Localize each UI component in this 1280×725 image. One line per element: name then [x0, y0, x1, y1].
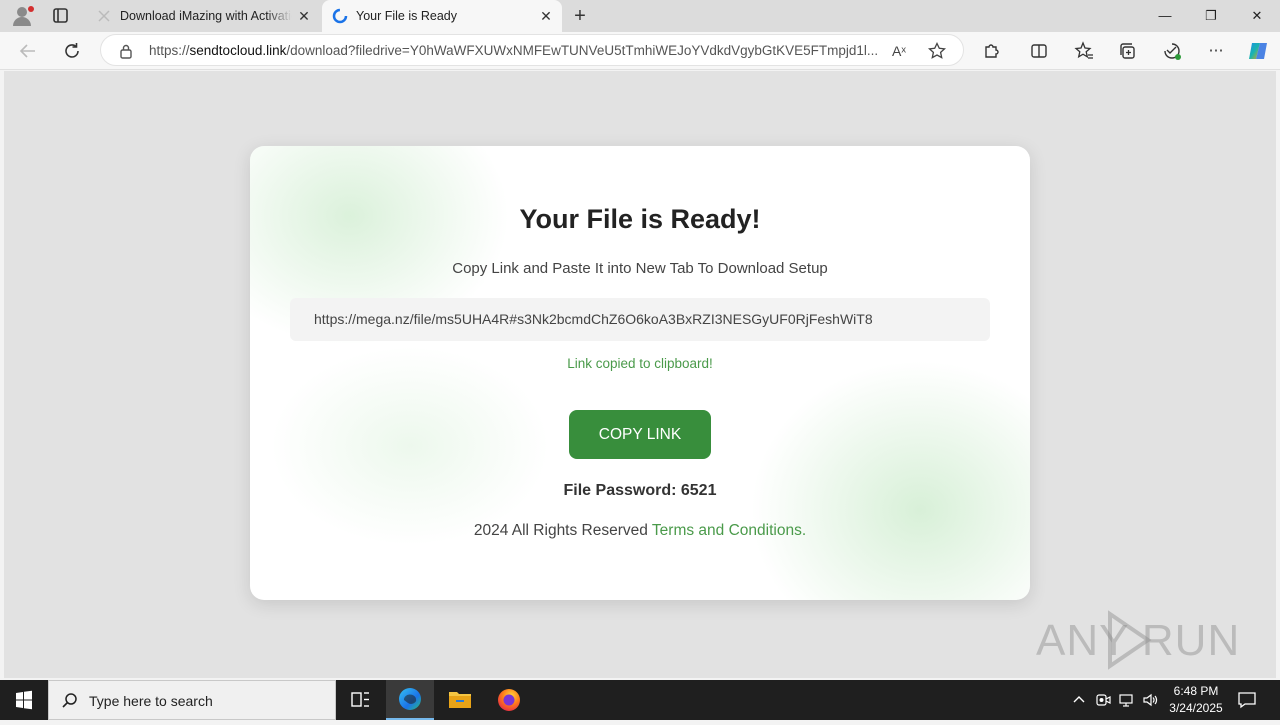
close-window-button[interactable]: ✕	[1234, 0, 1280, 32]
file-password-text: File Password: 6521	[563, 482, 717, 499]
lock-icon[interactable]	[119, 43, 133, 59]
minimize-button[interactable]: —	[1142, 0, 1188, 32]
system-clock[interactable]: 6:48 PM 3/24/2025	[1160, 683, 1232, 717]
task-view-icon[interactable]	[336, 680, 384, 720]
page-viewport: Your File is Ready! Copy Link and Paste …	[4, 71, 1276, 678]
profile-icon[interactable]	[8, 4, 36, 28]
meet-now-icon[interactable]	[1094, 691, 1112, 709]
browser-titlebar: Download iMazing with Activatic ✕ Your F…	[0, 0, 1280, 32]
restore-button[interactable]: ❐	[1188, 0, 1234, 32]
notification-icon[interactable]	[1236, 690, 1258, 710]
address-url[interactable]: https://sendtocloud.link/download?filedr…	[149, 43, 889, 58]
download-card: Your File is Ready! Copy Link and Paste …	[250, 146, 1030, 600]
browser-toolbar: https://sendtocloud.link/download?filedr…	[0, 32, 1280, 70]
chevron-up-icon[interactable]	[1070, 691, 1088, 709]
anyrun-watermark: ANY RUN	[1036, 610, 1239, 670]
refresh-icon[interactable]	[58, 37, 86, 65]
firefox-icon[interactable]	[486, 680, 534, 720]
address-bar[interactable]: https://sendtocloud.link/download?filedr…	[100, 34, 964, 66]
more-icon[interactable]: ⋯	[1204, 40, 1228, 62]
taskbar-search-box[interactable]: Type here to search	[48, 680, 336, 720]
split-screen-icon[interactable]	[1027, 40, 1051, 62]
back-icon[interactable]	[14, 37, 42, 65]
taskbar: Type here to search 6:48 PM 3/24/2025	[0, 680, 1280, 720]
clock-time: 6:48 PM	[1173, 684, 1219, 698]
search-placeholder: Type here to search	[89, 693, 213, 709]
collections-icon[interactable]	[1116, 40, 1140, 62]
copyright-text: 2024 All Rights Reserved	[473, 522, 652, 539]
close-tab-icon[interactable]: ✕	[296, 8, 312, 24]
read-aloud-icon[interactable]: Aˣ	[889, 41, 909, 61]
tab-your-file-ready[interactable]: Your File is Ready ✕	[322, 0, 562, 32]
copilot-icon[interactable]	[1246, 40, 1270, 62]
extensions-icon[interactable]	[979, 40, 1003, 62]
favorite-star-icon[interactable]	[927, 41, 947, 61]
tab-download-imazing[interactable]: Download iMazing with Activatic ✕	[86, 0, 320, 32]
page-title: Your File is Ready!	[519, 204, 761, 234]
terms-link[interactable]: Terms and Conditions.	[652, 522, 806, 539]
search-icon	[61, 692, 79, 710]
tab-actions-icon[interactable]	[46, 6, 74, 26]
copied-status-message: Link copied to clipboard!	[567, 356, 713, 371]
network-icon[interactable]	[1118, 691, 1136, 709]
file-explorer-icon[interactable]	[436, 680, 484, 720]
favorites-icon[interactable]	[1072, 40, 1096, 62]
new-tab-button[interactable]: +	[568, 4, 592, 28]
edge-icon[interactable]	[386, 680, 434, 720]
tab-label: Your File is Ready	[356, 9, 457, 23]
volume-icon[interactable]	[1142, 691, 1160, 709]
browser-essentials-icon[interactable]	[1160, 40, 1184, 62]
loading-spinner-icon	[332, 8, 348, 24]
tab-label: Download iMazing with Activatic	[120, 9, 292, 23]
instructions-text: Copy Link and Paste It into New Tab To D…	[452, 260, 828, 277]
page-favicon-icon	[96, 8, 112, 24]
footer: 2024 All Rights Reserved Terms and Condi…	[250, 522, 1030, 540]
watermark-text: ANY RUN	[1036, 616, 1241, 665]
close-tab-icon[interactable]: ✕	[538, 8, 554, 24]
clock-date: 3/24/2025	[1169, 701, 1223, 715]
windows-icon[interactable]	[0, 680, 48, 720]
copy-link-button[interactable]: COPY LINK	[569, 410, 711, 459]
download-link-field[interactable]: https://mega.nz/file/ms5UHA4R#s3Nk2bcmdC…	[290, 298, 990, 341]
